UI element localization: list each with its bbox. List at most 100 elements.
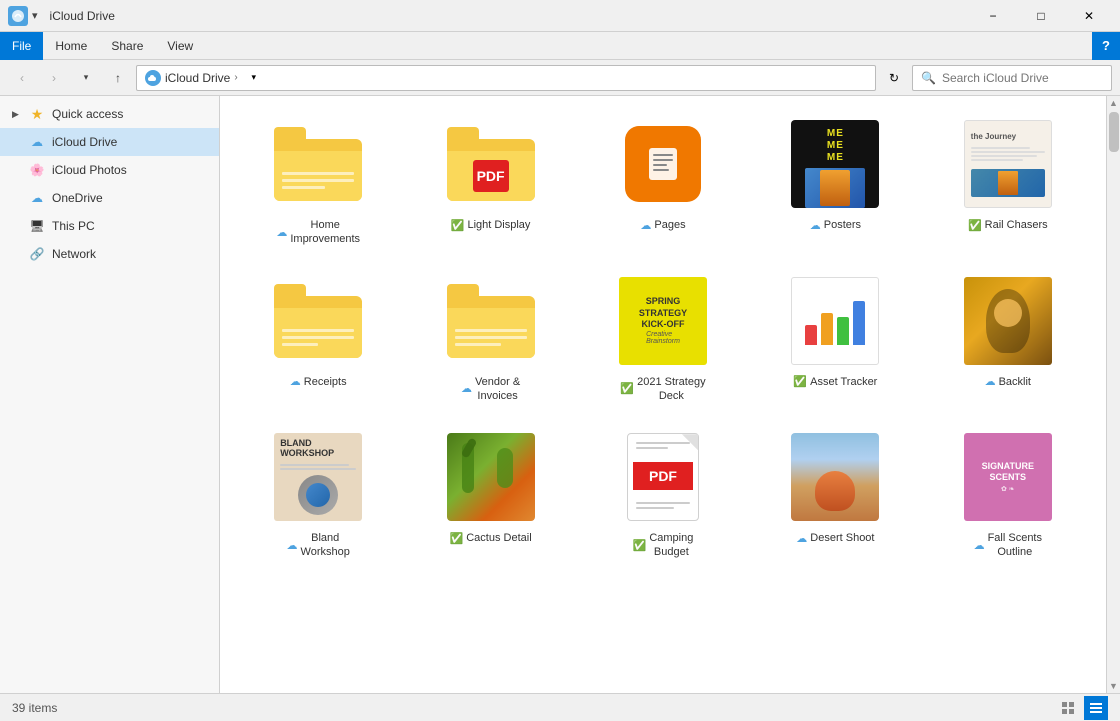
titlebar: ▾ iCloud Drive − □ ✕ xyxy=(0,0,1120,32)
back-button[interactable]: ‹ xyxy=(8,64,36,92)
star-icon: ★ xyxy=(28,105,46,123)
menu-file[interactable]: File xyxy=(0,32,43,60)
file-status-camping-budget: ✅ CampingBudget xyxy=(633,531,694,560)
file-status-home-improvements: ☁ HomeImprovements xyxy=(276,218,360,247)
sidebar-item-onedrive[interactable]: ▶ ☁ OneDrive xyxy=(0,184,219,212)
file-item-posters[interactable]: ME ME ME ☁ Posters xyxy=(753,108,917,257)
file-name-home-improvements: HomeImprovements xyxy=(290,218,360,247)
cloud-status-icon-vendor: ☁ xyxy=(461,382,472,395)
file-item-receipts[interactable]: ☁ Receipts xyxy=(236,265,400,414)
menu-home[interactable]: Home xyxy=(43,32,99,60)
file-status-rail-chasers: ✅ Rail Chasers xyxy=(968,218,1048,232)
file-status-cactus-detail: ✅ Cactus Detail xyxy=(450,531,532,545)
cloud-status-icon-bland: ☁ xyxy=(287,539,298,552)
scroll-down-button[interactable]: ▼ xyxy=(1109,679,1118,693)
file-item-camping-budget[interactable]: PDF ✅ CampingBudget xyxy=(581,421,745,570)
file-status-desert-shoot: ☁ Desert Shoot xyxy=(796,531,874,545)
file-item-rail-chasers[interactable]: the Journey ✅ Rail Chase xyxy=(926,108,1090,257)
file-item-asset-tracker[interactable]: ✅ Asset Tracker xyxy=(753,265,917,414)
item-count: 39 items xyxy=(12,701,57,715)
file-status-pages: ☁ Pages xyxy=(640,218,685,232)
sync-status-icon-asset: ✅ xyxy=(793,375,807,388)
file-thumb-vendor-invoices xyxy=(443,273,539,369)
forward-button[interactable]: › xyxy=(40,64,68,92)
file-item-cactus-detail[interactable]: ✅ Cactus Detail xyxy=(408,421,572,570)
file-thumb-desert-shoot xyxy=(787,429,883,525)
scroll-thumb[interactable] xyxy=(1109,112,1119,152)
file-item-light-display[interactable]: PDF ✅ Light Display xyxy=(408,108,572,257)
address-dropdown-btn[interactable]: ▾ xyxy=(242,65,266,91)
cloud-status-icon-scents: ☁ xyxy=(974,539,985,552)
file-status-fall-scents: ☁ Fall ScentsOutline xyxy=(974,531,1042,560)
file-item-fall-scents[interactable]: SIGNATURESCENTS ✿ ❧ ☁ Fall ScentsOutline xyxy=(926,421,1090,570)
file-name-desert-shoot: Desert Shoot xyxy=(810,531,874,545)
computer-icon: 🖥 xyxy=(28,217,46,235)
refresh-button[interactable]: ↻ xyxy=(880,64,908,92)
up-button[interactable]: ↑ xyxy=(104,64,132,92)
file-thumb-asset-tracker xyxy=(787,273,883,369)
file-status-receipts: ☁ Receipts xyxy=(290,375,347,389)
minimize-button[interactable]: − xyxy=(970,0,1016,32)
sidebar-item-this-pc[interactable]: ▶ 🖥 This PC xyxy=(0,212,219,240)
view-controls xyxy=(1056,696,1108,720)
file-item-home-improvements[interactable]: ☁ HomeImprovements xyxy=(236,108,400,257)
onedrive-icon: ☁ xyxy=(28,189,46,207)
file-thumb-camping-budget: PDF xyxy=(615,429,711,525)
sidebar-label-icloud-photos: iCloud Photos xyxy=(52,163,127,177)
check-status-icon-cactus: ✅ xyxy=(450,532,464,545)
file-item-vendor-invoices[interactable]: ☁ Vendor &Invoices xyxy=(408,265,572,414)
file-thumb-light-display: PDF xyxy=(443,116,539,212)
file-item-backlit[interactable]: ☁ Backlit xyxy=(926,265,1090,414)
scrollbar[interactable]: ▲ ▼ xyxy=(1106,96,1120,693)
file-name-pages: Pages xyxy=(654,218,685,232)
check-status-icon-camping: ✅ xyxy=(633,539,647,552)
scroll-up-button[interactable]: ▲ xyxy=(1109,96,1118,110)
file-grid: ☁ HomeImprovements PDF xyxy=(236,108,1090,570)
window-title: iCloud Drive xyxy=(50,9,970,23)
menu-share[interactable]: Share xyxy=(99,32,155,60)
cloud-status-icon-posters: ☁ xyxy=(810,219,821,232)
sidebar-item-quick-access[interactable]: ▶ ★ Quick access xyxy=(0,100,219,128)
check-status-icon-strategy: ✅ xyxy=(620,382,634,395)
view-large-icons-button[interactable] xyxy=(1056,696,1080,720)
view-list-button[interactable] xyxy=(1084,696,1108,720)
file-name-fall-scents: Fall ScentsOutline xyxy=(988,531,1042,560)
file-status-vendor-invoices: ☁ Vendor &Invoices xyxy=(461,375,520,404)
file-item-strategy-deck[interactable]: SPRINGSTRATEGYKICK-OFF CreativeBrainstor… xyxy=(581,265,745,414)
file-status-backlit: ☁ Backlit xyxy=(985,375,1031,389)
file-status-asset-tracker: ✅ Asset Tracker xyxy=(793,375,877,389)
maximize-button[interactable]: □ xyxy=(1018,0,1064,32)
sidebar-item-network[interactable]: ▶ 🔗 Network xyxy=(0,240,219,268)
file-name-light-display: Light Display xyxy=(467,218,530,232)
search-box[interactable]: 🔍 xyxy=(912,65,1112,91)
window-controls: − □ ✕ xyxy=(970,0,1112,32)
sidebar-item-icloud-photos[interactable]: ▶ 🌸 iCloud Photos xyxy=(0,156,219,184)
file-status-light-display: ✅ Light Display xyxy=(451,218,531,232)
statusbar: 39 items xyxy=(0,693,1120,721)
app-icon xyxy=(8,6,28,26)
file-content: ☁ HomeImprovements PDF xyxy=(220,96,1106,693)
sidebar-label-onedrive: OneDrive xyxy=(52,191,103,205)
search-input[interactable] xyxy=(942,71,1103,85)
file-item-pages[interactable]: ☁ Pages xyxy=(581,108,745,257)
main-area: ▶ ★ Quick access ▶ ☁ iCloud Drive ▶ 🌸 iC… xyxy=(0,96,1120,693)
file-name-vendor-invoices: Vendor &Invoices xyxy=(475,375,520,404)
file-thumb-bland-workshop: BLANDWORKSHOP xyxy=(270,429,366,525)
file-item-bland-workshop[interactable]: BLANDWORKSHOP ☁ BlandWorkshop xyxy=(236,421,400,570)
recent-locations-button[interactable]: ▾ xyxy=(72,64,100,92)
cloud-status-icon-backlit: ☁ xyxy=(985,375,996,388)
file-thumb-strategy-deck: SPRINGSTRATEGYKICK-OFF CreativeBrainstor… xyxy=(615,273,711,369)
file-name-camping-budget: CampingBudget xyxy=(649,531,693,560)
quick-access-dropdown[interactable]: ▾ xyxy=(32,9,38,22)
cloud-status-icon: ☁ xyxy=(276,226,287,239)
sidebar-item-icloud-drive[interactable]: ▶ ☁ iCloud Drive xyxy=(0,128,219,156)
address-path[interactable]: iCloud Drive › ▾ xyxy=(136,65,876,91)
close-button[interactable]: ✕ xyxy=(1066,0,1112,32)
file-item-desert-shoot[interactable]: ☁ Desert Shoot xyxy=(753,421,917,570)
file-thumb-cactus-detail xyxy=(443,429,539,525)
menu-view[interactable]: View xyxy=(155,32,205,60)
file-name-asset-tracker: Asset Tracker xyxy=(810,375,877,389)
help-button[interactable]: ? xyxy=(1092,32,1120,60)
file-thumb-backlit xyxy=(960,273,1056,369)
file-name-cactus-detail: Cactus Detail xyxy=(466,531,531,545)
